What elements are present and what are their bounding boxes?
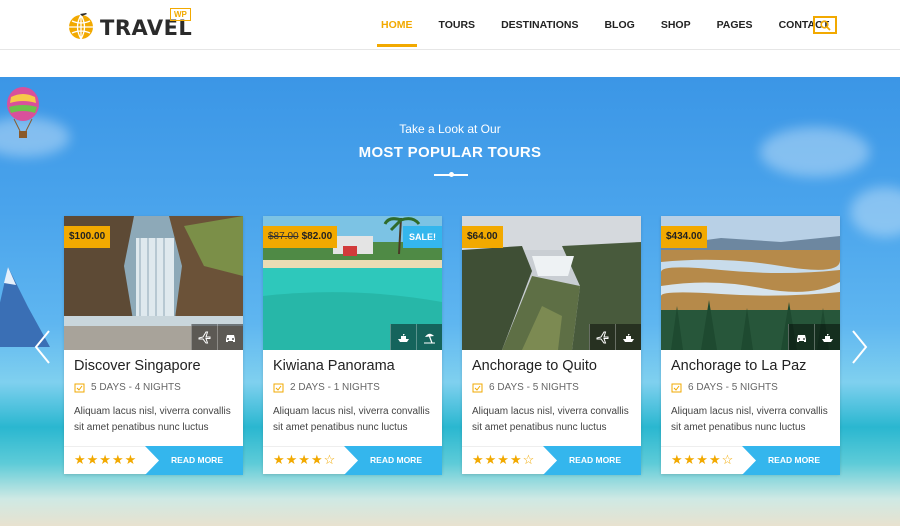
price-tag: $434.00 xyxy=(661,226,708,248)
price-tag: $87.00 $82.00 xyxy=(263,226,338,248)
nav-item-tours[interactable]: TOURS xyxy=(426,0,489,50)
nav-item-shop[interactable]: SHOP xyxy=(648,0,704,50)
tour-title[interactable]: Anchorage to La Paz xyxy=(671,358,806,374)
price-value: $64.00 xyxy=(467,231,498,242)
tour-image-waterfall[interactable]: $100.00 xyxy=(64,216,243,350)
nav-item-pages[interactable]: PAGES xyxy=(704,0,766,50)
tour-footer: ★★★★☆ READ MORE xyxy=(263,446,442,475)
search-button[interactable] xyxy=(813,16,837,34)
ship-icon xyxy=(615,324,641,350)
tour-features xyxy=(390,324,442,350)
read-more-button[interactable]: READ MORE xyxy=(543,446,641,475)
tour-footer: ★★★★☆ READ MORE xyxy=(462,446,641,475)
calendar-icon xyxy=(472,383,483,393)
tour-image-wetlands[interactable]: $434.00 xyxy=(661,216,840,350)
price-value: $100.00 xyxy=(69,231,106,242)
tour-title[interactable]: Discover Singapore xyxy=(74,358,201,374)
beach-icon xyxy=(416,324,442,350)
tour-duration: 5 DAYS - 4 NIGHTS xyxy=(74,382,181,393)
plane-icon xyxy=(589,324,615,350)
tour-features xyxy=(589,324,641,350)
nav-item-destinations[interactable]: DESTINATIONS xyxy=(488,0,591,50)
nav-item-home[interactable]: HOME xyxy=(368,0,426,50)
car-icon xyxy=(217,324,243,350)
car-icon xyxy=(788,324,814,350)
tour-image-beach[interactable]: $87.00 $82.00 SALE! xyxy=(263,216,442,350)
logo[interactable]: TRAVEL WP xyxy=(66,8,196,44)
tour-duration-text: 6 DAYS - 5 NIGHTS xyxy=(489,382,579,393)
tour-duration-text: 6 DAYS - 5 NIGHTS xyxy=(688,382,778,393)
tour-description: Aliquam lacus nisl, viverra convallis si… xyxy=(273,406,430,433)
tour-duration: 2 DAYS - 1 NIGHTS xyxy=(273,382,380,393)
read-more-button[interactable]: READ MORE xyxy=(742,446,840,475)
price-value: $434.00 xyxy=(666,231,703,242)
tour-card[interactable]: $64.00 Anchorage to Quito 6 DAYS - 5 NIG… xyxy=(462,216,641,475)
calendar-icon xyxy=(74,383,85,393)
globe-plane-icon xyxy=(69,13,93,40)
star-rating: ★★★★☆ xyxy=(671,452,735,467)
tour-description: Aliquam lacus nisl, viverra convallis si… xyxy=(74,406,231,433)
tour-title[interactable]: Anchorage to Quito xyxy=(472,358,597,374)
tour-card[interactable]: $434.00 Anchorage to La Paz 6 DAYS - 5 N… xyxy=(661,216,840,475)
calendar-icon xyxy=(671,383,682,393)
section-title: MOST POPULAR TOURS xyxy=(358,144,542,161)
ship-icon xyxy=(390,324,416,350)
main-nav: HOME TOURS DESTINATIONS BLOG SHOP PAGES … xyxy=(368,0,842,50)
tour-footer: ★★★★★ READ MORE xyxy=(64,446,243,475)
site-header: TRAVEL WP HOME TOURS DESTINATIONS BLOG S… xyxy=(0,0,900,50)
tour-duration-text: 2 DAYS - 1 NIGHTS xyxy=(290,382,380,393)
search-icon xyxy=(819,19,831,31)
brand-badge: WP xyxy=(170,8,191,21)
tour-features xyxy=(788,324,840,350)
popular-tours-section: Take a Look at Our MOST POPULAR TOURS $1… xyxy=(0,77,900,526)
star-rating: ★★★★☆ xyxy=(472,452,536,467)
price-tag: $64.00 xyxy=(462,226,503,248)
title-divider-dot xyxy=(449,172,454,177)
original-price: $87.00 xyxy=(268,231,299,242)
cloud xyxy=(850,187,900,237)
tour-duration-text: 5 DAYS - 4 NIGHTS xyxy=(91,382,181,393)
tour-description: Aliquam lacus nisl, viverra convallis si… xyxy=(472,406,629,433)
nav-item-blog[interactable]: BLOG xyxy=(591,0,647,50)
star-rating: ★★★★★ xyxy=(74,452,138,467)
tour-duration: 6 DAYS - 5 NIGHTS xyxy=(671,382,778,393)
carousel-next-arrow-icon[interactable] xyxy=(849,329,869,365)
tour-description: Aliquam lacus nisl, viverra convallis si… xyxy=(671,406,828,433)
calendar-icon xyxy=(273,383,284,393)
tour-footer: ★★★★☆ READ MORE xyxy=(661,446,840,475)
read-more-button[interactable]: READ MORE xyxy=(344,446,442,475)
tour-image-canyon[interactable]: $64.00 xyxy=(462,216,641,350)
read-more-button[interactable]: READ MORE xyxy=(145,446,243,475)
tour-card[interactable]: $87.00 $82.00 SALE! Kiwiana Panorama 2 DA… xyxy=(263,216,442,475)
tour-card[interactable]: $100.00 Discover Singapore 5 DAYS - 4 NI… xyxy=(64,216,243,475)
sale-badge: SALE! xyxy=(403,226,442,248)
price-value: $82.00 xyxy=(301,231,333,242)
tour-duration: 6 DAYS - 5 NIGHTS xyxy=(472,382,579,393)
tour-title[interactable]: Kiwiana Panorama xyxy=(273,358,395,374)
carousel-prev-arrow-icon[interactable] xyxy=(33,329,53,365)
ship-icon xyxy=(814,324,840,350)
plane-icon xyxy=(191,324,217,350)
price-tag: $100.00 xyxy=(64,226,111,248)
star-rating: ★★★★☆ xyxy=(273,452,337,467)
tour-features xyxy=(191,324,243,350)
section-kicker: Take a Look at Our xyxy=(399,122,501,136)
